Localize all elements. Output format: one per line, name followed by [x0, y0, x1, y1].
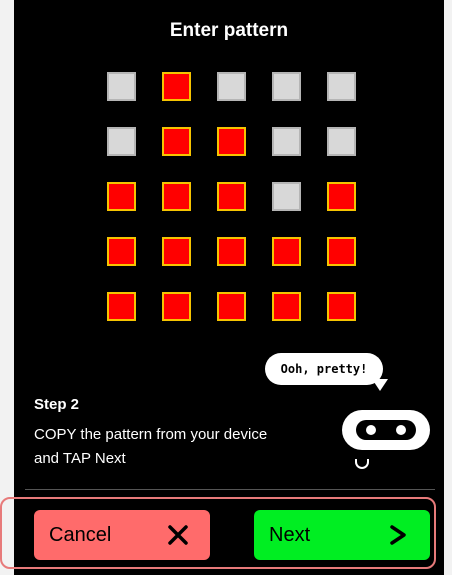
pattern-cell-r4-c3	[217, 237, 246, 266]
pattern-cell-r1-c1	[107, 72, 136, 101]
pattern-cell-r3-c1	[107, 182, 136, 211]
pattern-cell-r2-c3	[217, 127, 246, 156]
pattern-cell-r3-c2	[162, 182, 191, 211]
robot-face	[356, 420, 416, 440]
pattern-cell-r5-c2	[162, 292, 191, 321]
speech-bubble-tail	[372, 379, 388, 391]
cancel-button-label: Cancel	[49, 523, 112, 546]
pattern-cell-r1-c5	[327, 72, 356, 101]
pattern-cell-r1-c4	[272, 72, 301, 101]
footer-divider	[25, 489, 435, 490]
pattern-cell-r4-c2	[162, 237, 191, 266]
chevron-right-icon	[380, 524, 430, 546]
pattern-cell-r3-c4	[272, 182, 301, 211]
pattern-cell-r2-c4	[272, 127, 301, 156]
next-button-label: Next	[269, 523, 311, 546]
pattern-cell-r4-c5	[327, 237, 356, 266]
pattern-cell-r5-c3	[217, 292, 246, 321]
step-heading: Step 2	[34, 396, 80, 413]
pattern-cell-r3-c5	[327, 182, 356, 211]
speech-bubble: Ooh, pretty!	[265, 353, 383, 385]
next-button[interactable]: Next	[254, 510, 430, 560]
pattern-grid	[107, 72, 356, 321]
robot-mascot-icon	[342, 410, 430, 450]
pattern-cell-r4-c4	[272, 237, 301, 266]
pattern-cell-r1-c2	[162, 72, 191, 101]
page-title: Enter pattern	[169, 20, 289, 41]
pattern-cell-r2-c5	[327, 127, 356, 156]
pattern-cell-r2-c2	[162, 127, 191, 156]
robot-eye-left	[366, 425, 376, 435]
cancel-button[interactable]: Cancel	[34, 510, 210, 560]
pattern-cell-r3-c3	[217, 182, 246, 211]
pattern-cell-r1-c3	[217, 72, 246, 101]
pattern-cell-r2-c1	[107, 127, 136, 156]
pattern-cell-r5-c4	[272, 292, 301, 321]
step-instructions: COPY the pattern from your device and TA…	[34, 426, 268, 467]
robot-eye-right	[396, 425, 406, 435]
pattern-cell-r5-c1	[107, 292, 136, 321]
pattern-cell-r5-c5	[327, 292, 356, 321]
close-icon	[160, 524, 210, 546]
pattern-cell-r4-c1	[107, 237, 136, 266]
